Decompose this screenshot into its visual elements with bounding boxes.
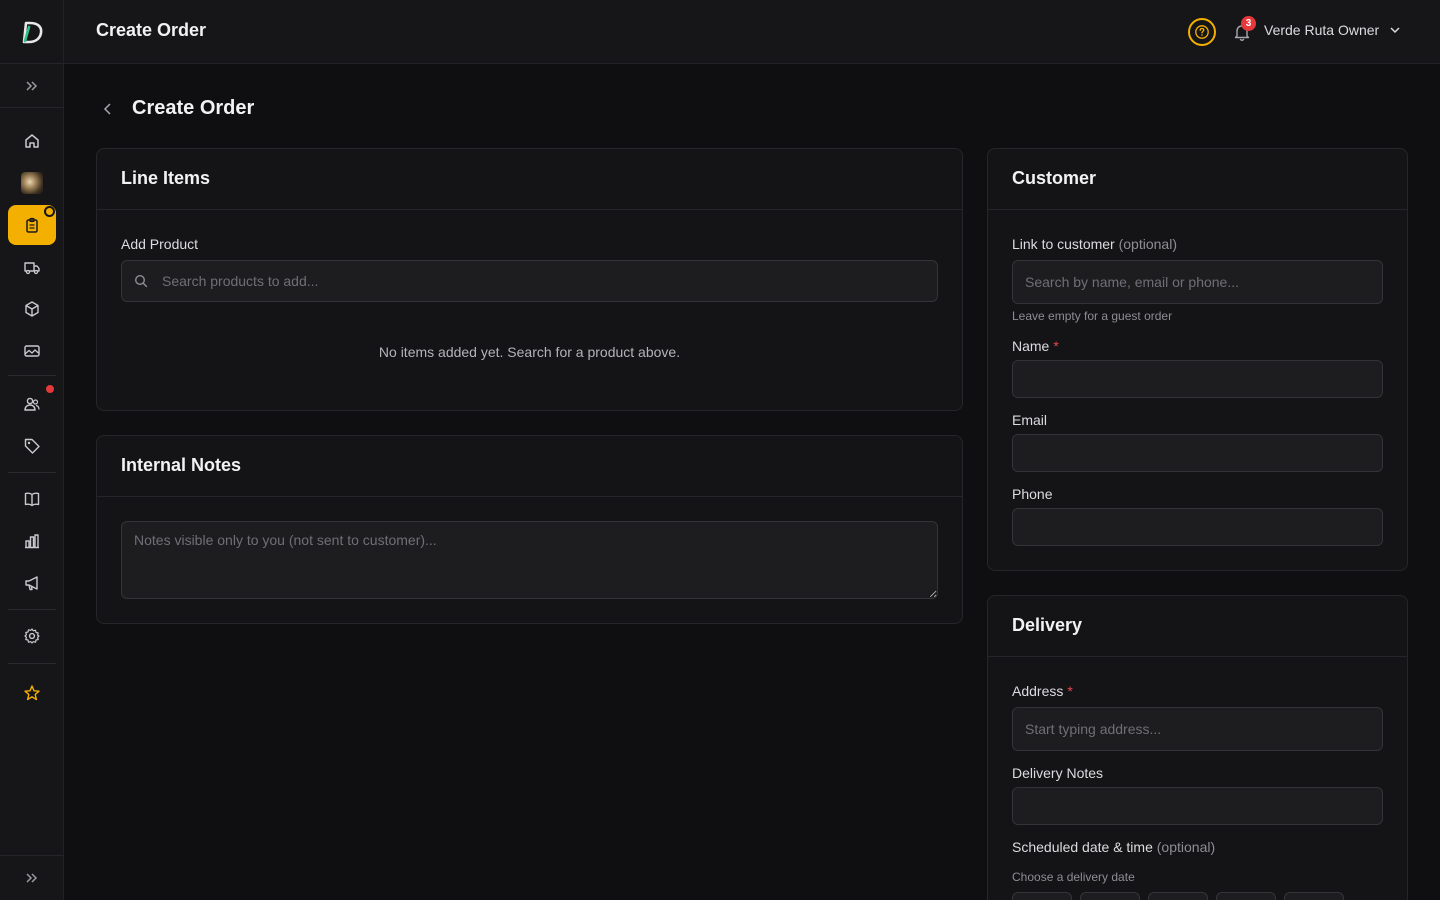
sidebar-item-deliveries[interactable] <box>8 247 56 287</box>
sidebar-item-settings[interactable] <box>8 616 56 656</box>
star-icon <box>24 685 40 701</box>
date-option[interactable] <box>1148 892 1208 900</box>
orders-icon <box>26 217 38 233</box>
chevrons-right-icon <box>26 873 38 883</box>
back-button[interactable] <box>98 99 118 119</box>
product-search-input[interactable] <box>121 260 938 302</box>
topbar: Create Order 3 Verde Ruta Owner <box>64 0 1440 64</box>
users-icon <box>24 397 40 411</box>
chevrons-right-icon <box>26 80 38 91</box>
chevron-left-icon <box>103 103 111 115</box>
sidebar-collapse-toggle[interactable] <box>0 855 64 900</box>
phone-input[interactable] <box>1012 508 1383 546</box>
customer-title: Customer <box>988 149 1407 210</box>
sidebar-item-store[interactable] <box>8 163 56 203</box>
customer-card: Customer Link to customer (optional) Lea… <box>987 148 1408 571</box>
sidebar-item-analytics[interactable] <box>8 521 56 561</box>
sidebar-item-media[interactable] <box>8 331 56 371</box>
sidebar <box>0 0 64 900</box>
required-asterisk: * <box>1053 338 1059 354</box>
sidebar-expand-button[interactable] <box>0 64 64 108</box>
date-option[interactable] <box>1216 892 1276 900</box>
name-input[interactable] <box>1012 360 1383 398</box>
help-icon <box>1195 25 1209 39</box>
add-product-label: Add Product <box>121 236 199 252</box>
delivery-notes-label: Delivery Notes <box>1012 765 1104 781</box>
sidebar-item-catalog[interactable] <box>8 479 56 519</box>
megaphone-icon <box>25 576 38 591</box>
scheduled-label: Scheduled date & time (optional) <box>1012 839 1215 855</box>
date-option[interactable] <box>1012 892 1072 900</box>
help-button[interactable] <box>1188 18 1216 46</box>
delivery-notes-input[interactable] <box>1012 787 1383 825</box>
sidebar-item-marketing[interactable] <box>8 563 56 603</box>
delivery-card: Delivery Address* Delivery Notes Schedul… <box>987 595 1408 900</box>
name-label: Name * <box>1012 338 1059 354</box>
line-items-card: Line Items Add Product No items added ye… <box>96 148 963 411</box>
email-label: Email <box>1012 412 1048 428</box>
customers-notification-dot <box>46 385 54 393</box>
sidebar-divider <box>8 375 56 376</box>
delivery-date-hint: Choose a delivery date <box>1012 870 1135 884</box>
internal-notes-card: Internal Notes <box>96 435 963 624</box>
image-icon <box>24 345 40 357</box>
sidebar-item-favorites[interactable] <box>8 673 56 713</box>
optional-tag: (optional) <box>1156 839 1216 855</box>
search-icon <box>133 273 149 289</box>
guest-order-hint: Leave empty for a guest order <box>1012 309 1173 323</box>
name-label-text: Name <box>1012 338 1050 354</box>
date-option[interactable] <box>1080 892 1140 900</box>
customer-search-input[interactable] <box>1012 260 1383 304</box>
link-customer-label-text: Link to customer <box>1012 236 1115 252</box>
user-name: Verde Ruta Owner <box>1264 22 1380 38</box>
chevron-down-icon <box>1390 27 1400 34</box>
optional-tag: (optional) <box>1118 236 1177 252</box>
page-title: Create Order <box>132 97 255 119</box>
line-items-title: Line Items <box>97 149 962 210</box>
book-icon <box>24 492 40 507</box>
sidebar-item-products[interactable] <box>8 289 56 329</box>
orders-indicator-dot <box>44 206 55 217</box>
delivery-title: Delivery <box>988 596 1407 657</box>
logo-icon <box>22 21 43 43</box>
required-asterisk: * <box>1067 683 1073 699</box>
address-input[interactable] <box>1012 707 1383 751</box>
home-icon <box>25 134 39 148</box>
store-avatar <box>21 172 43 194</box>
sidebar-item-discounts[interactable] <box>8 426 56 466</box>
truck-icon <box>24 262 40 275</box>
app-title: Create Order <box>96 20 207 40</box>
address-label-text: Address <box>1012 683 1064 699</box>
user-menu[interactable]: Verde Ruta Owner <box>1264 22 1401 38</box>
box-icon <box>25 301 39 317</box>
notification-count-badge: 3 <box>1241 16 1256 31</box>
tag-icon <box>24 438 40 454</box>
email-input[interactable] <box>1012 434 1383 472</box>
settings-icon <box>24 628 40 644</box>
phone-label: Phone <box>1012 486 1053 502</box>
link-customer-label: Link to customer (optional) <box>1012 236 1177 252</box>
sidebar-divider <box>8 472 56 473</box>
internal-notes-textarea[interactable] <box>121 521 938 599</box>
brand-logo[interactable] <box>0 0 64 64</box>
internal-notes-title: Internal Notes <box>97 436 962 497</box>
scheduled-label-text: Scheduled date & time <box>1012 839 1153 855</box>
sidebar-divider <box>8 609 56 610</box>
chart-icon <box>25 534 39 549</box>
address-label: Address * <box>1012 683 1073 699</box>
sidebar-item-home[interactable] <box>8 121 56 161</box>
date-option[interactable] <box>1284 892 1344 900</box>
empty-items-message: No items added yet. Search for a product… <box>378 344 681 360</box>
sidebar-divider <box>8 663 56 664</box>
